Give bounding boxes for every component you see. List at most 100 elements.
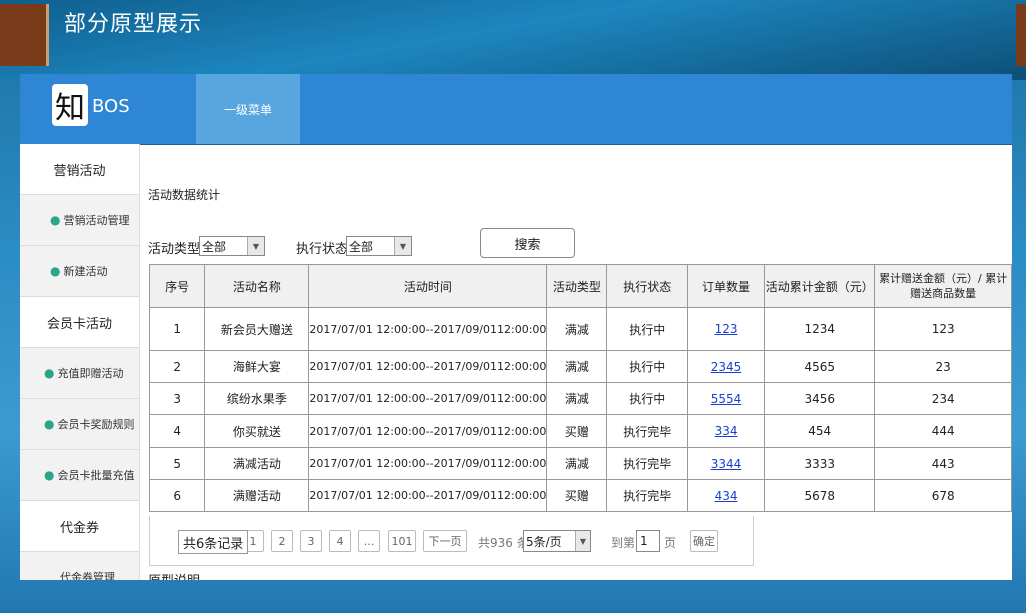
- table-row: 2 海鲜大宴 2017/07/01 12:00:00--2017/09/0112…: [148, 350, 1012, 383]
- sidebar-group-voucher[interactable]: 代金券: [20, 501, 139, 552]
- activity-type-label: 活动类型: [148, 242, 201, 257]
- exec-status-value: 全部: [349, 239, 374, 254]
- cell-name: 缤纷水果季: [204, 382, 310, 415]
- table-row: 6 满赠活动 2017/07/01 12:00:00--2017/09/0112…: [148, 479, 1012, 512]
- next-page-button[interactable]: 下一页: [423, 530, 467, 552]
- table-row: 4 你买就送 2017/07/01 12:00:00--2017/09/0112…: [148, 414, 1012, 448]
- bullet-icon: ●: [50, 264, 61, 278]
- page-button[interactable]: 3: [300, 530, 322, 552]
- slide-corner-decoration-right: [1016, 4, 1026, 66]
- order-count-link[interactable]: 5554: [711, 392, 742, 406]
- cell-time: 2017/07/01 12:00:00--2017/09/0112:00:00: [308, 350, 548, 383]
- sidebar-item-label: 新建活动: [63, 265, 108, 278]
- cell-amount: 4565: [764, 350, 876, 383]
- per-page-select[interactable]: 5条/页 ▼: [523, 530, 591, 552]
- slide-corner-decoration-left: [0, 4, 49, 66]
- section-title: 活动数据统计: [148, 188, 221, 202]
- total-records-label: 共6条记录: [178, 530, 249, 554]
- pagination-bar: 1 共6条记录 2 3 4 ... 101 下一页 共936 条 5条/页 ▼ …: [149, 516, 754, 566]
- cell-gift: 23: [874, 350, 1012, 383]
- cell-type: 满减: [546, 447, 608, 480]
- cell-time: 2017/07/01 12:00:00--2017/09/0112:00:00: [308, 414, 548, 448]
- bullet-icon: ●: [50, 213, 61, 227]
- bullet-icon: ●: [44, 366, 55, 380]
- cell-orders: 123: [687, 307, 766, 351]
- per-page-value: 5条/页: [526, 534, 562, 549]
- cell-orders: 3344: [687, 447, 766, 480]
- cell-gift: 444: [874, 414, 1012, 448]
- cell-time: 2017/07/01 12:00:00--2017/09/0112:00:00: [308, 307, 548, 351]
- order-count-link[interactable]: 434: [715, 489, 738, 503]
- sidebar: 营销活动 ● 营销活动管理 ● 新建活动 会员卡活动 ● 充值即赠活动 ● 会员卡奖励规…: [20, 144, 140, 580]
- cell-orders: 5554: [687, 382, 766, 415]
- footer-note: 原型说明: [148, 570, 200, 580]
- logo-icon: 知: [52, 84, 88, 126]
- exec-status-label: 执行状态: [296, 242, 349, 257]
- cell-name: 满减活动: [204, 447, 310, 480]
- goto-prefix-label: 到第: [611, 536, 636, 550]
- sidebar-item-recharge-gift[interactable]: ● 充值即赠活动: [20, 348, 139, 399]
- bullet-icon: ●: [44, 417, 55, 431]
- col-header-time: 活动时间: [308, 264, 548, 308]
- col-header-type: 活动类型: [546, 264, 608, 308]
- cell-status: 执行中: [606, 350, 689, 383]
- col-header-index: 序号: [148, 264, 206, 308]
- cell-type: 买赠: [546, 479, 608, 512]
- table-header-row: 序号 活动名称 活动时间 活动类型 执行状态 订单数量 活动累计金额（元） 累计…: [148, 264, 1012, 308]
- activity-type-value: 全部: [202, 239, 227, 254]
- cell-name: 新会员大赠送: [204, 307, 310, 351]
- order-count-link[interactable]: 2345: [711, 360, 742, 374]
- page-button[interactable]: 4: [329, 530, 351, 552]
- sidebar-item-label: 会员卡批量充值: [57, 469, 135, 482]
- top-menu-tab[interactable]: 一级菜单: [196, 74, 300, 144]
- confirm-button[interactable]: 确定: [690, 530, 718, 552]
- logo-text: BOS: [92, 96, 130, 117]
- goto-page-input[interactable]: 1: [636, 530, 660, 552]
- table-row: 5 满减活动 2017/07/01 12:00:00--2017/09/0112…: [148, 447, 1012, 480]
- cell-amount: 454: [764, 414, 876, 448]
- chevron-down-icon: ▼: [247, 237, 264, 255]
- cell-time: 2017/07/01 12:00:00--2017/09/0112:00:00: [308, 382, 548, 415]
- cell-status: 执行完毕: [606, 414, 689, 448]
- cell-name: 你买就送: [204, 414, 310, 448]
- cell-index: 5: [148, 447, 206, 480]
- cell-orders: 334: [687, 414, 766, 448]
- sidebar-item-card-batch-recharge[interactable]: ● 会员卡批量充值: [20, 450, 139, 501]
- page-button[interactable]: 2: [271, 530, 293, 552]
- sidebar-group-marketing[interactable]: 营销活动: [20, 144, 139, 195]
- cell-status: 执行中: [606, 307, 689, 351]
- cell-name: 满赠活动: [204, 479, 310, 512]
- col-header-amount: 活动累计金额（元）: [764, 264, 876, 308]
- order-count-link[interactable]: 334: [715, 424, 738, 438]
- goto-suffix-label: 页: [664, 536, 677, 550]
- sidebar-item-voucher-manage[interactable]: 代金券管理: [20, 552, 139, 580]
- main-content: 活动数据统计 活动类型 全部 ▼ 执行状态 全部 ▼ 搜索 序号 活动名称 活动…: [140, 144, 1012, 580]
- table-row: 1 新会员大赠送 2017/07/01 12:00:00--2017/09/01…: [148, 307, 1012, 351]
- cell-orders: 434: [687, 479, 766, 512]
- chevron-down-icon: ▼: [575, 531, 590, 551]
- sidebar-group-member-card[interactable]: 会员卡活动: [20, 297, 139, 348]
- cell-index: 1: [148, 307, 206, 351]
- sidebar-item-label: 会员卡活动: [46, 316, 112, 332]
- activity-type-select[interactable]: 全部 ▼: [199, 236, 265, 256]
- cell-amount: 3333: [764, 447, 876, 480]
- cell-amount: 5678: [764, 479, 876, 512]
- chevron-down-icon: ▼: [394, 237, 411, 255]
- slide-title: 部分原型展示: [64, 12, 203, 37]
- cell-gift: 123: [874, 307, 1012, 351]
- app-header: 知 BOS 一级菜单: [20, 74, 1012, 145]
- col-header-gift: 累计赠送金额（元）/ 累计赠送商品数量: [874, 264, 1012, 308]
- cell-index: 2: [148, 350, 206, 383]
- cell-type: 满减: [546, 350, 608, 383]
- order-count-link[interactable]: 3344: [711, 457, 742, 471]
- sidebar-item-new-activity[interactable]: ● 新建活动: [20, 246, 139, 297]
- sidebar-item-label: 代金券: [59, 520, 99, 536]
- cell-time: 2017/07/01 12:00:00--2017/09/0112:00:00: [308, 479, 548, 512]
- sidebar-item-marketing-manage[interactable]: ● 营销活动管理: [20, 195, 139, 246]
- search-button[interactable]: 搜索: [480, 228, 575, 258]
- page-button[interactable]: 101: [388, 530, 416, 552]
- exec-status-select[interactable]: 全部 ▼: [346, 236, 412, 256]
- sidebar-item-card-reward-rules[interactable]: ● 会员卡奖励规则: [20, 399, 139, 450]
- order-count-link[interactable]: 123: [715, 322, 738, 336]
- cell-status: 执行完毕: [606, 479, 689, 512]
